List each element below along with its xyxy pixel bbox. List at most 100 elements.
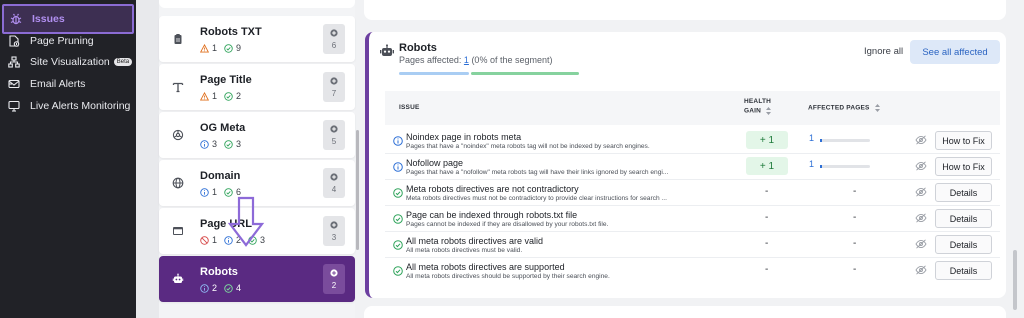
pages-affected: Pages affected: 1 (0% of the segment): [399, 55, 552, 65]
info-icon: [200, 187, 209, 197]
affected-pages-value: -: [853, 264, 857, 275]
sidebar-item-email-alerts[interactable]: Email Alerts: [2, 73, 134, 95]
ok-count: 4: [236, 283, 242, 293]
column-health-gain-line2: GAIN: [744, 107, 762, 115]
segment-name: Robots: [200, 266, 238, 278]
plus-circle-icon: [330, 220, 338, 229]
check-circle-icon: [393, 214, 403, 224]
health-gain-value: -: [765, 186, 769, 197]
segment-issue-count: 6: [323, 24, 345, 54]
page-pruning-icon: [8, 35, 20, 47]
warning-count: 1: [212, 91, 218, 101]
segment-og-meta[interactable]: OG Meta 3 3 5: [159, 112, 355, 158]
eye-off-icon[interactable]: [915, 187, 927, 197]
warning-icon: [200, 91, 209, 101]
robot-icon: [171, 272, 185, 286]
robot-icon: [379, 44, 395, 58]
segment-issue-count: 5: [323, 120, 345, 150]
segment-list-scrollbar[interactable]: [356, 130, 359, 250]
issue-title: All meta robots directives are valid: [406, 236, 544, 246]
details-button[interactable]: Details: [935, 261, 992, 280]
count-value: 7: [331, 88, 337, 98]
eye-off-icon[interactable]: [915, 239, 927, 249]
segment-counts: 3 3: [200, 139, 241, 149]
segment-page-title[interactable]: Page Title 1 2 7: [159, 64, 355, 110]
issue-title: Page can be indexed through robots.txt f…: [406, 210, 578, 220]
segment-counts: 2 4: [200, 283, 241, 293]
sort-icon[interactable]: [874, 104, 880, 112]
eye-off-icon[interactable]: [915, 213, 927, 223]
count-value: 3: [331, 232, 337, 242]
pages-affected-note: (0% of the segment): [471, 55, 553, 65]
segment-list-top: [159, 0, 355, 8]
count-value: 4: [331, 184, 337, 194]
main-scrollbar[interactable]: [1013, 250, 1017, 310]
column-affected-pages[interactable]: AFFECTED PAGES: [808, 104, 880, 112]
check-circle-icon: [393, 188, 403, 198]
details-button[interactable]: Details: [935, 183, 992, 202]
sort-icon[interactable]: [766, 107, 772, 115]
info-icon: [393, 136, 403, 146]
issue-title: All meta robots directives are supported: [406, 262, 565, 272]
ignore-all-button[interactable]: Ignore all: [864, 46, 903, 57]
issue-title: Noindex page in robots meta: [406, 132, 522, 142]
plus-circle-icon: [330, 76, 338, 85]
pages-affected-link[interactable]: 1: [464, 55, 469, 65]
details-button[interactable]: Details: [935, 209, 992, 228]
issue-description: Pages that have a "noindex" meta robots …: [406, 143, 650, 150]
beta-badge: Beta: [113, 58, 133, 66]
affected-pages-value: -: [853, 212, 857, 223]
next-card-edge: [364, 306, 1006, 318]
segment-issue-count: 2: [323, 264, 345, 294]
sidebar-item-site-visualization[interactable]: Site Visualization Beta: [2, 51, 134, 73]
health-gain-badge: + 1: [746, 157, 788, 175]
see-all-affected-button[interactable]: See all affected: [910, 40, 1000, 64]
issue-title: Nofollow page: [406, 158, 464, 168]
table-row: Noindex page in robots meta Pages that h…: [385, 128, 1000, 154]
affected-pages-value: -: [853, 238, 857, 249]
count-value: 2: [331, 280, 337, 290]
table-row: Page can be indexed through robots.txt f…: [385, 206, 1000, 232]
sidebar-item-label: Email Alerts: [30, 78, 86, 90]
sidebar-item-live-alerts[interactable]: Live Alerts Monitoring: [2, 95, 134, 117]
segment-name: Robots TXT: [200, 26, 262, 38]
segment-issue-count: 3: [323, 216, 345, 246]
segment-robots[interactable]: Robots 2 4 2: [159, 256, 355, 302]
column-issue: ISSUE: [399, 104, 420, 111]
sidebar-item-label: Live Alerts Monitoring: [30, 100, 131, 112]
sidebar: Issues Page Pruning Site Visualization B…: [0, 0, 136, 318]
ok-count: 3: [236, 139, 242, 149]
eye-off-icon[interactable]: [915, 161, 927, 171]
how-to-fix-button[interactable]: How to Fix: [935, 157, 992, 176]
issue-description: Meta robots directives must not be contr…: [406, 195, 667, 202]
check-circle-icon: [224, 283, 233, 293]
warning-icon: [200, 43, 209, 53]
info-count: 2: [212, 283, 218, 293]
segment-name: Domain: [200, 170, 241, 182]
ok-count: 2: [236, 91, 242, 101]
affected-pages-link[interactable]: 1: [809, 159, 814, 169]
column-affected-pages-label: AFFECTED PAGES: [808, 104, 870, 112]
mail-icon: [8, 78, 20, 90]
error-icon: [200, 235, 209, 245]
affected-pages-value: -: [853, 186, 857, 197]
affected-pages-link[interactable]: 1: [809, 133, 814, 143]
column-health-gain[interactable]: GAIN: [744, 107, 772, 115]
clipboard-icon: [171, 32, 185, 46]
column-health-gain-line1: HEALTH: [744, 98, 772, 105]
how-to-fix-button[interactable]: How to Fix: [935, 131, 992, 150]
bug-icon: [10, 13, 22, 25]
text-t-icon: [171, 80, 185, 94]
segment-progress-ok: [471, 72, 579, 75]
details-button[interactable]: Details: [935, 235, 992, 254]
issue-description: Pages that have a "nofollow" meta robots…: [406, 169, 669, 176]
table-row: Meta robots directives are not contradic…: [385, 180, 1000, 206]
eye-off-icon[interactable]: [915, 135, 927, 145]
browser-icon: [171, 224, 185, 238]
health-gain-value: -: [765, 238, 769, 249]
segment-robots-txt[interactable]: Robots TXT 1 9 6: [159, 16, 355, 62]
eye-off-icon[interactable]: [915, 265, 927, 275]
error-count: 1: [212, 235, 218, 245]
sidebar-item-page-pruning[interactable]: Page Pruning: [2, 30, 134, 52]
check-circle-icon: [393, 266, 403, 276]
